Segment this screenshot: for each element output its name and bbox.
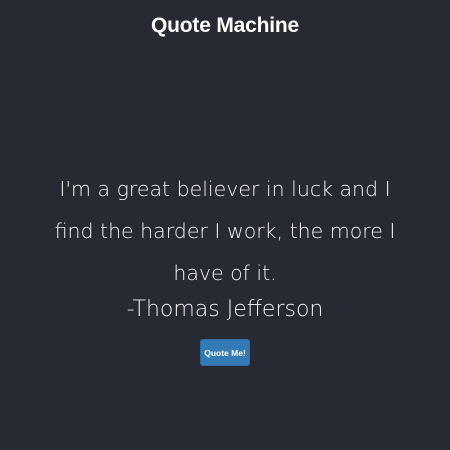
quote-author: -Thomas Jefferson — [126, 297, 324, 322]
app-title: Quote Machine — [151, 14, 299, 37]
quote-text: I'm a great believer in luck and I find … — [54, 177, 396, 285]
quote-block: I'm a great believer in luck and I find … — [50, 168, 400, 326]
quote-machine-page: Quote Machine I'm a great believer in lu… — [0, 0, 450, 450]
quote-me-button[interactable]: Quote Me! — [200, 339, 250, 366]
